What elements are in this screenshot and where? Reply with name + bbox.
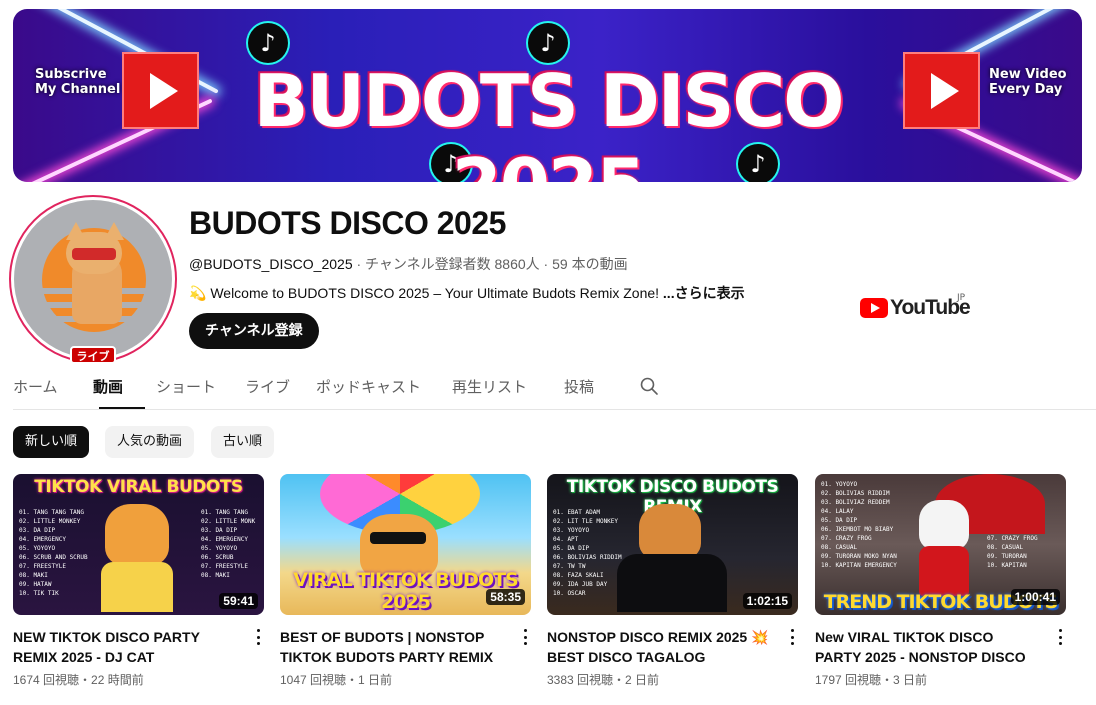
banner-left-text: Subscrive My Channel: [35, 67, 121, 97]
more-vert-icon[interactable]: [1054, 627, 1066, 647]
video-thumbnail[interactable]: TIKTOK DISCO BUDOTS REMIX 01. EBAT ADAM0…: [547, 474, 798, 615]
thumbnail-tracklist: 01. YOYOYO 02. BOLIVIAS RIDDIM 03. BOLIVIA…: [821, 481, 897, 569]
video-duration: 1:00:41: [1010, 589, 1060, 605]
video-card[interactable]: 01. YOYOYO 02. BOLIVIAS RIDDIM 03. BOLIVIA…: [815, 474, 1066, 688]
thumbnail-cat: [105, 504, 169, 566]
thumbnail-motorbike: [617, 554, 727, 612]
video-thumbnail[interactable]: TIKTOK VIRAL BUDOTS 01. TANG TANG TANG 02…: [13, 474, 264, 615]
video-meta: 1797 回視聴・3 日前: [815, 673, 928, 687]
description-text: 💫 Welcome to BUDOTS DISCO 2025 – Your Ul…: [189, 285, 663, 301]
channel-handle: @BUDOTS_DISCO_2025: [189, 256, 353, 272]
more-vert-icon[interactable]: [519, 627, 531, 647]
thumbnail-header: TIKTOK VIRAL BUDOTS: [34, 477, 243, 497]
video-duration: 58:35: [486, 589, 525, 605]
tab-videos[interactable]: 動画: [93, 376, 123, 397]
channel-stats: · チャンネル登録者数 8860人 · 59 本の動画: [352, 256, 628, 272]
active-tab-indicator: [99, 407, 145, 409]
video-card[interactable]: VIRAL TIKTOK BUDOTS 2025 58:35 BEST OF B…: [280, 474, 531, 688]
channel-meta: @BUDOTS_DISCO_2025 · チャンネル登録者数 8860人 · 5…: [189, 254, 628, 274]
chip-oldest[interactable]: 古い順: [211, 426, 275, 458]
channel-avatar[interactable]: [9, 195, 177, 363]
video-title[interactable]: NEW TIKTOK DISCO PARTY REMIX 2025 - DJ C…: [13, 627, 241, 667]
avatar-image: [14, 200, 172, 358]
video-title[interactable]: NONSTOP DISCO REMIX 2025 💥 BEST DISCO TA…: [547, 627, 775, 667]
channel-description[interactable]: 💫 Welcome to BUDOTS DISCO 2025 – Your Ul…: [189, 283, 745, 303]
thumbnail-tracklist: 01. TANG TANG 02. LITTLE MONK 03. DA DIP 04…: [201, 509, 256, 579]
video-meta: 3383 回視聴・2 日前: [547, 673, 660, 687]
region-code: JP: [957, 293, 966, 303]
tab-live[interactable]: ライブ: [245, 376, 290, 397]
channel-banner: Subscrive My Channel ♪ ♪ ♪ ♪ BUDOTS DISC…: [13, 9, 1082, 182]
show-more-link[interactable]: ...さらに表示: [663, 285, 745, 301]
play-logo-icon: [124, 54, 197, 127]
tab-posts[interactable]: 投稿: [564, 376, 594, 397]
play-logo-icon: [905, 54, 978, 127]
video-duration: 1:02:15: [742, 593, 792, 609]
video-meta: 1674 回視聴・22 時間前: [13, 673, 144, 687]
video-duration: 59:41: [219, 593, 258, 609]
subscribe-button[interactable]: チャンネル登録: [189, 313, 319, 349]
video-thumbnail[interactable]: VIRAL TIKTOK BUDOTS 2025 58:35: [280, 474, 531, 615]
video-meta: 1047 回視聴・1 日前: [280, 673, 393, 687]
video-thumbnail[interactable]: 01. YOYOYO 02. BOLIVIAS RIDDIM 03. BOLIVIA…: [815, 474, 1066, 615]
video-card[interactable]: TIKTOK DISCO BUDOTS REMIX 01. EBAT ADAM0…: [547, 474, 798, 688]
tiktok-icon: ♪: [528, 23, 568, 63]
banner-title: BUDOTS DISCO 2025: [253, 59, 845, 182]
thumbnail-cat: [919, 500, 969, 550]
youtube-play-icon: [860, 298, 888, 318]
channel-name: BUDOTS DISCO 2025: [189, 205, 506, 241]
youtube-logo[interactable]: YouTube JP: [860, 293, 971, 320]
chip-popular[interactable]: 人気の動画: [105, 426, 195, 458]
tab-shorts[interactable]: ショート: [156, 376, 216, 397]
tiktok-icon: ♪: [248, 23, 288, 63]
chip-newest[interactable]: 新しい順: [13, 426, 90, 458]
thumbnail-tracklist: 01. TANG TANG TANG 02. LITTLE MONKEY 03. D…: [19, 509, 88, 597]
video-title[interactable]: BEST OF BUDOTS | NONSTOP TIKTOK BUDOTS P…: [280, 627, 508, 667]
live-badge[interactable]: ライブ: [70, 346, 116, 364]
video-title[interactable]: New VIRAL TIKTOK DISCO PARTY 2025 - NONS…: [815, 627, 1043, 667]
tab-playlists[interactable]: 再生リスト: [452, 376, 527, 397]
tab-home[interactable]: ホーム: [13, 376, 58, 397]
more-vert-icon[interactable]: [786, 627, 798, 647]
thumbnail-tracklist: 01. EBAT ADAM 02. LIT TLE MONKEY 03. YOYOY…: [553, 509, 622, 597]
search-icon[interactable]: [639, 376, 659, 396]
banner-right-text: New Video Every Day: [989, 67, 1067, 97]
thumbnail-cat: [639, 504, 701, 560]
tab-podcasts[interactable]: ポッドキャスト: [316, 376, 421, 397]
channel-tabs: ホーム 動画 ショート ライブ ポッドキャスト 再生リスト 投稿: [13, 364, 1096, 410]
video-card[interactable]: TIKTOK VIRAL BUDOTS 01. TANG TANG TANG 02…: [13, 474, 264, 688]
more-vert-icon[interactable]: [252, 627, 264, 647]
